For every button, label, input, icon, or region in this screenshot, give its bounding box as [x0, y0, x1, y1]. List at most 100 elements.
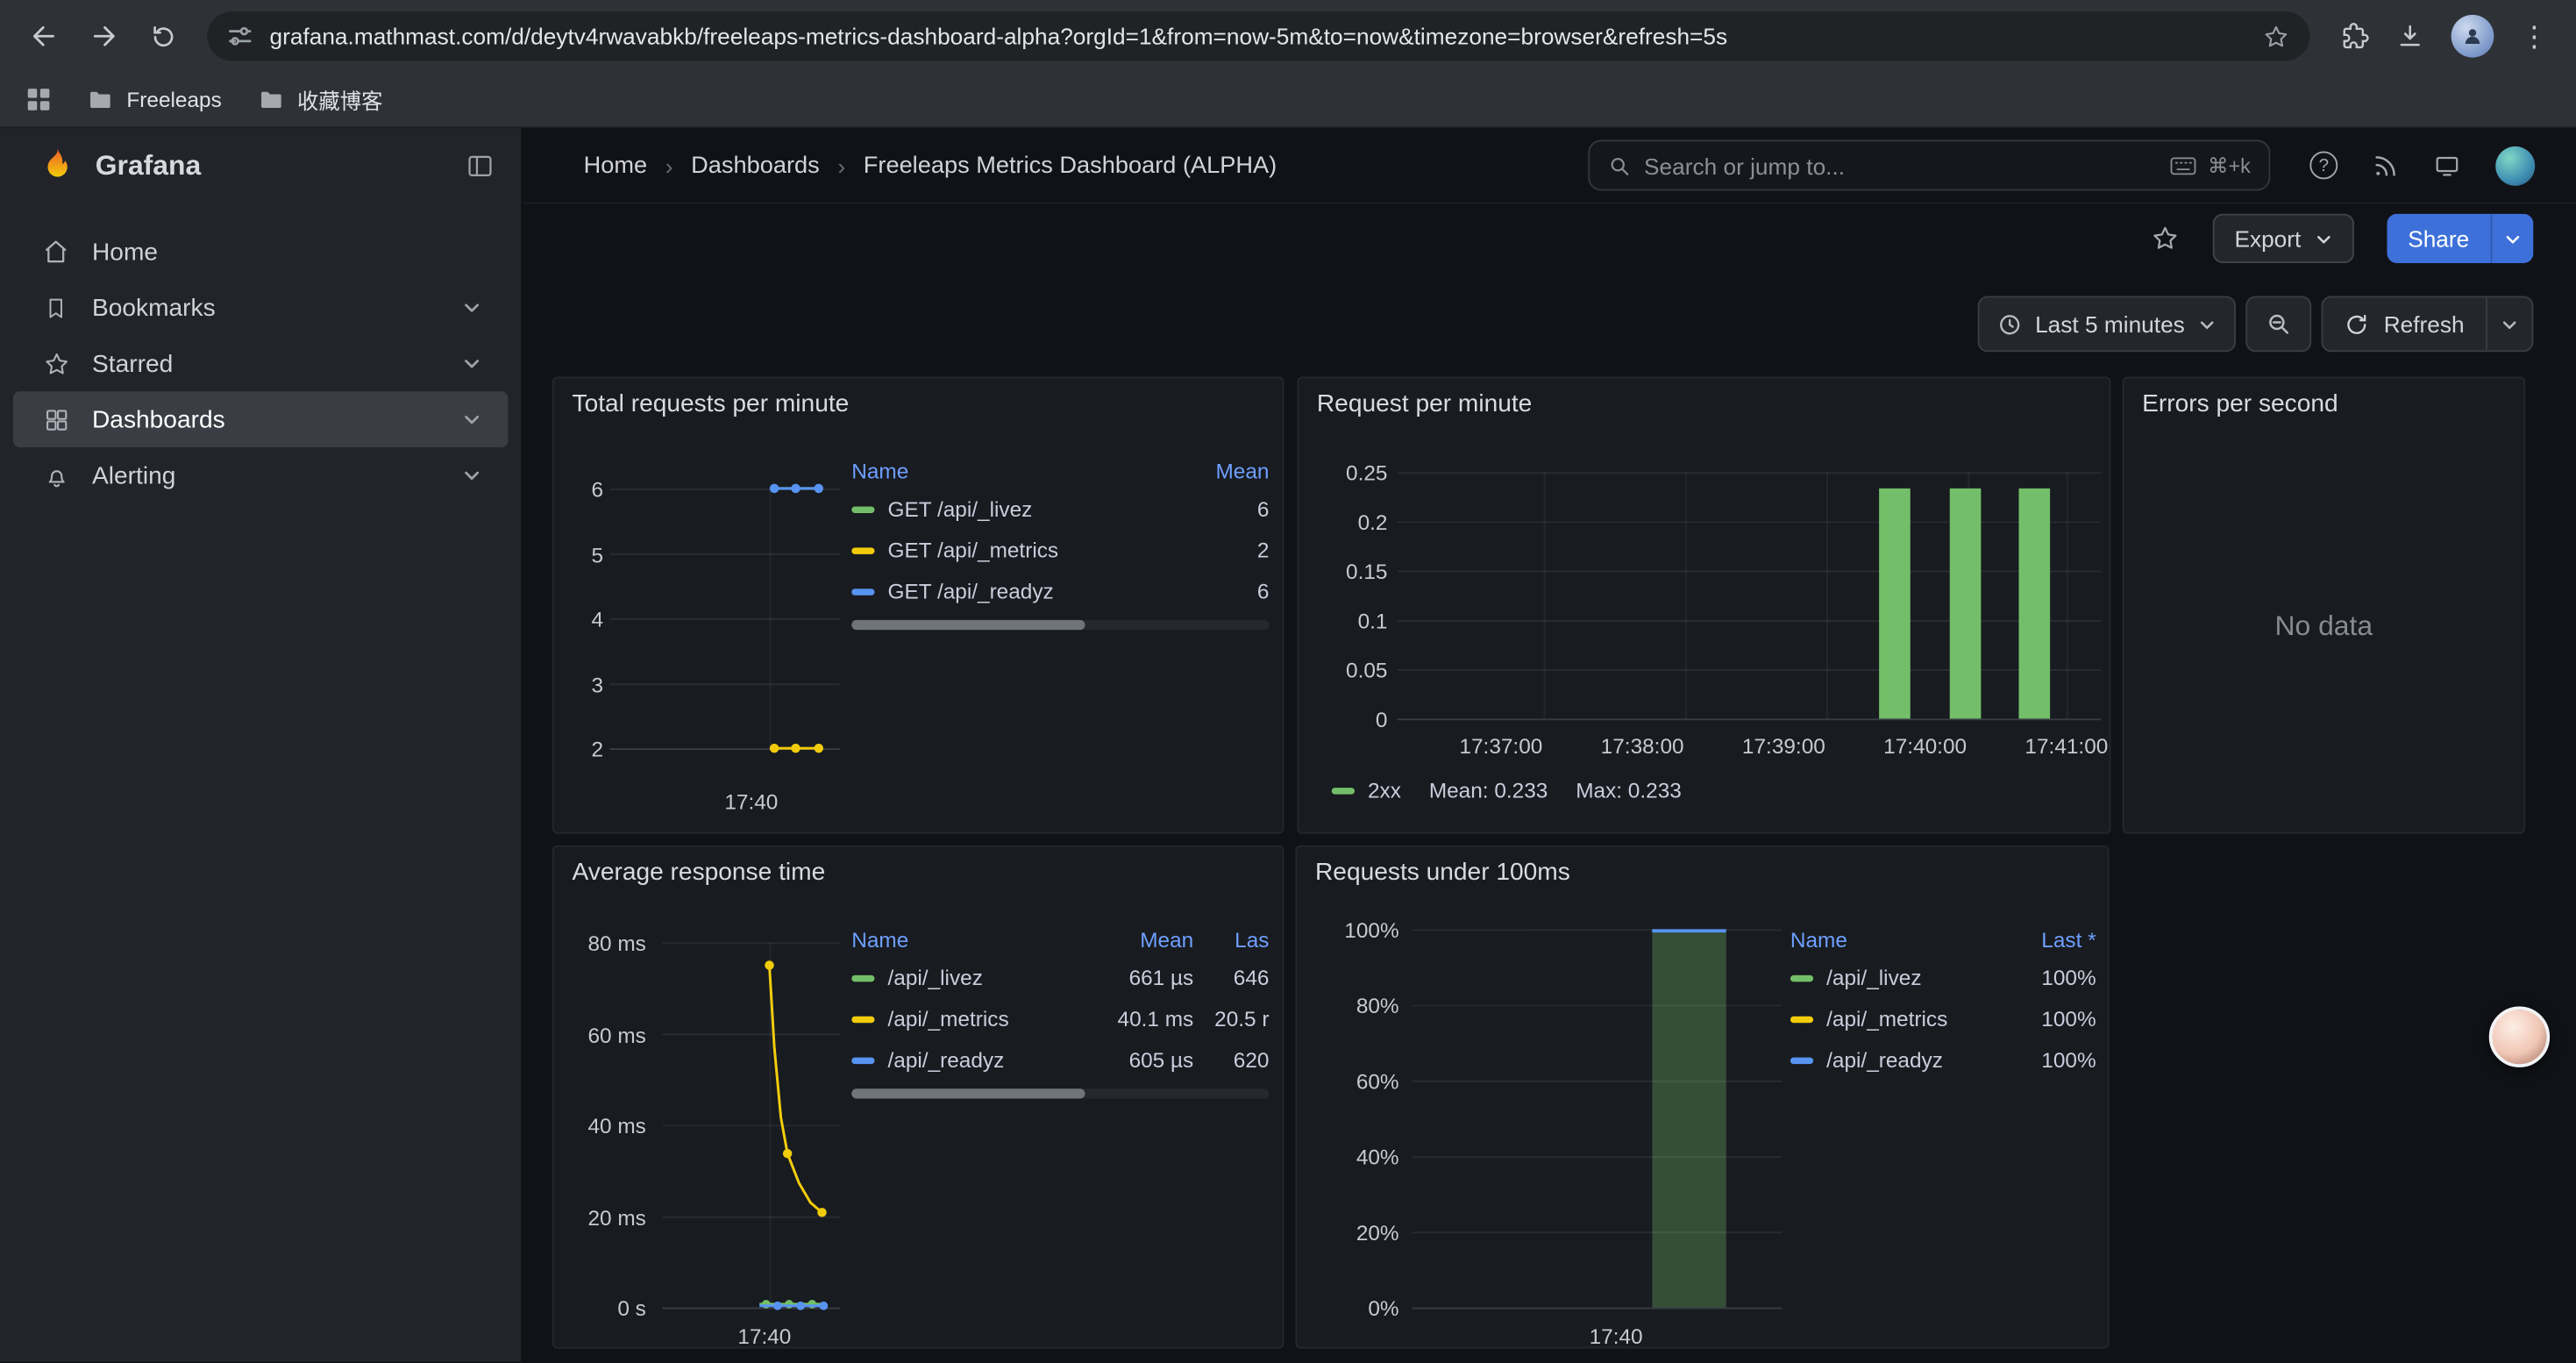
time-controls: Last 5 minutes Refresh — [523, 296, 2576, 353]
bar-2xx[interactable] — [1879, 489, 1911, 718]
legend-row[interactable]: /api/_metrics 100% — [1790, 998, 2096, 1039]
bookmarks-bar: Freeleaps 收藏博客 — [0, 73, 2576, 129]
panel-title[interactable]: Requests under 100ms — [1315, 859, 1570, 887]
legend-scrollbar[interactable] — [851, 1088, 1269, 1098]
scrollbar-thumb[interactable] — [851, 620, 1085, 630]
breadcrumb-home[interactable]: Home — [584, 152, 648, 178]
bookmark-folder-blogs[interactable]: 收藏博客 — [258, 84, 383, 116]
panel-title[interactable]: Request per minute — [1317, 389, 1532, 417]
sidebar-item-home[interactable]: Home — [13, 224, 508, 280]
legend-row[interactable]: /api/_readyz 100% — [1790, 1039, 2096, 1081]
legend-item-2xx[interactable]: 2xx — [1332, 778, 1401, 803]
panel-total-requests-per-minute[interactable]: Total requests per minute 6 5 4 3 2 — [552, 376, 1284, 833]
time-range-picker[interactable]: Last 5 minutes — [1977, 296, 2235, 353]
forward-icon[interactable] — [75, 8, 132, 64]
series-swatch — [1790, 1016, 1813, 1023]
share-menu-caret[interactable] — [2491, 214, 2534, 263]
zoom-out-button[interactable] — [2245, 296, 2311, 353]
time-range-label: Last 5 minutes — [2035, 310, 2185, 337]
series-swatch — [1790, 974, 1813, 981]
sidebar-item-starred[interactable]: Starred — [13, 336, 508, 392]
series-swatch — [1332, 787, 1355, 794]
breadcrumb-dashboards[interactable]: Dashboards — [691, 152, 820, 178]
panel-title[interactable]: Average response time — [573, 859, 826, 887]
legend-header-mean[interactable]: Mean — [1085, 927, 1194, 952]
search-input[interactable] — [1644, 152, 2157, 178]
bookmark-label: Freeleaps — [126, 87, 221, 111]
download-icon[interactable] — [2395, 21, 2425, 51]
panel-request-per-minute[interactable]: Request per minute 0.25 0.2 0.15 0.1 0.0… — [1297, 376, 2110, 833]
legend-header-last[interactable]: Last * — [2010, 927, 2096, 952]
grafana-logo[interactable] — [36, 145, 79, 188]
bookmark-star-icon[interactable] — [2262, 22, 2290, 50]
user-avatar[interactable] — [2495, 146, 2535, 185]
legend-max: Max: 0.233 — [1576, 778, 1682, 803]
chart-plot[interactable] — [1398, 472, 2102, 720]
browser-profile-avatar[interactable] — [2451, 15, 2494, 58]
chevron-down-icon[interactable] — [455, 410, 488, 430]
chevron-down-icon[interactable] — [455, 297, 488, 318]
browser-menu-icon[interactable] — [2520, 22, 2548, 50]
sidebar-item-label: Dashboards — [92, 405, 225, 433]
x-axis-label: 17:38:00 — [1601, 733, 1684, 758]
legend-mean: Mean: 0.233 — [1429, 778, 1548, 803]
panel-errors-per-second[interactable]: Errors per second No data — [2123, 376, 2525, 833]
share-button[interactable]: Share — [2387, 214, 2491, 263]
url-input[interactable] — [270, 23, 2246, 49]
y-axis: 6 5 4 3 2 — [564, 477, 603, 761]
chart-plot[interactable] — [1413, 929, 1783, 1309]
apps-grid-icon[interactable] — [26, 87, 51, 111]
sidebar-item-alerting[interactable]: Alerting — [13, 447, 508, 503]
rss-icon[interactable] — [2373, 152, 2399, 178]
legend-header-name[interactable]: Name — [851, 458, 1184, 482]
extensions-icon[interactable] — [2339, 21, 2369, 51]
folder-icon — [87, 89, 113, 110]
legend-header-last[interactable]: Las — [1193, 927, 1269, 952]
legend-row[interactable]: /api/_livez 100% — [1790, 957, 2096, 998]
chart-plot[interactable] — [663, 942, 841, 1309]
sidebar-item-bookmarks[interactable]: Bookmarks — [13, 280, 508, 336]
site-settings-icon[interactable] — [227, 23, 253, 49]
favorite-star-icon[interactable] — [2151, 224, 2181, 253]
search-icon — [1608, 153, 1631, 176]
legend-header-mean[interactable]: Mean — [1184, 458, 1270, 482]
floating-chat-avatar[interactable] — [2489, 1007, 2550, 1067]
refresh-interval-caret[interactable] — [2486, 297, 2532, 350]
back-icon[interactable] — [17, 8, 73, 64]
panel-title[interactable]: Errors per second — [2142, 389, 2338, 417]
panel-title[interactable]: Total requests per minute — [573, 389, 850, 417]
legend-header-name[interactable]: Name — [1790, 927, 2010, 952]
panel-average-response-time[interactable]: Average response time 80 ms 60 ms 40 ms … — [552, 846, 1284, 1349]
scrollbar-thumb[interactable] — [851, 1088, 1085, 1098]
collapse-sidebar-icon[interactable] — [466, 152, 495, 182]
legend-row[interactable]: GET /api/_metrics 2 — [851, 530, 1269, 571]
folder-icon — [258, 89, 284, 110]
refresh-button[interactable]: Refresh — [2323, 297, 2486, 350]
bookmark-folder-freeleaps[interactable]: Freeleaps — [87, 87, 221, 111]
legend-scrollbar[interactable] — [851, 620, 1269, 630]
chevron-down-icon[interactable] — [455, 353, 488, 374]
search-box[interactable]: ⌘+k — [1588, 139, 2270, 190]
grafana-header: Home Dashboards Freeleaps Metrics Dashbo… — [523, 128, 2576, 203]
bar-2xx[interactable] — [2019, 489, 2051, 718]
legend-row[interactable]: GET /api/_readyz 6 — [851, 571, 1269, 612]
bar-2xx[interactable] — [1950, 489, 1982, 718]
help-icon[interactable] — [2309, 152, 2338, 180]
panel-requests-under-100ms[interactable]: Requests under 100ms 100% 80% 60% 40% 20… — [1296, 846, 2110, 1349]
legend-row[interactable]: GET /api/_livez 6 — [851, 489, 1269, 530]
chevron-down-icon[interactable] — [455, 466, 488, 486]
legend-row[interactable]: /api/_readyz 605 µs 620 — [851, 1039, 1269, 1081]
reload-icon[interactable] — [135, 8, 191, 64]
breadcrumb-current: Freeleaps Metrics Dashboard (ALPHA) — [864, 152, 1277, 178]
url-bar[interactable] — [207, 11, 2309, 61]
sidebar-item-dashboards[interactable]: Dashboards — [13, 391, 508, 447]
monitor-icon[interactable] — [2433, 152, 2461, 178]
bar-under-100ms[interactable] — [1652, 929, 1726, 1307]
bookmark-label: 收藏博客 — [297, 84, 383, 116]
export-button[interactable]: Export — [2213, 214, 2353, 263]
legend-header-name[interactable]: Name — [851, 927, 1085, 952]
bell-icon — [39, 461, 73, 489]
legend-row[interactable]: /api/_metrics 40.1 ms 20.5 r — [851, 998, 1269, 1039]
legend-row[interactable]: /api/_livez 661 µs 646 — [851, 957, 1269, 998]
chart-plot[interactable] — [610, 489, 841, 750]
